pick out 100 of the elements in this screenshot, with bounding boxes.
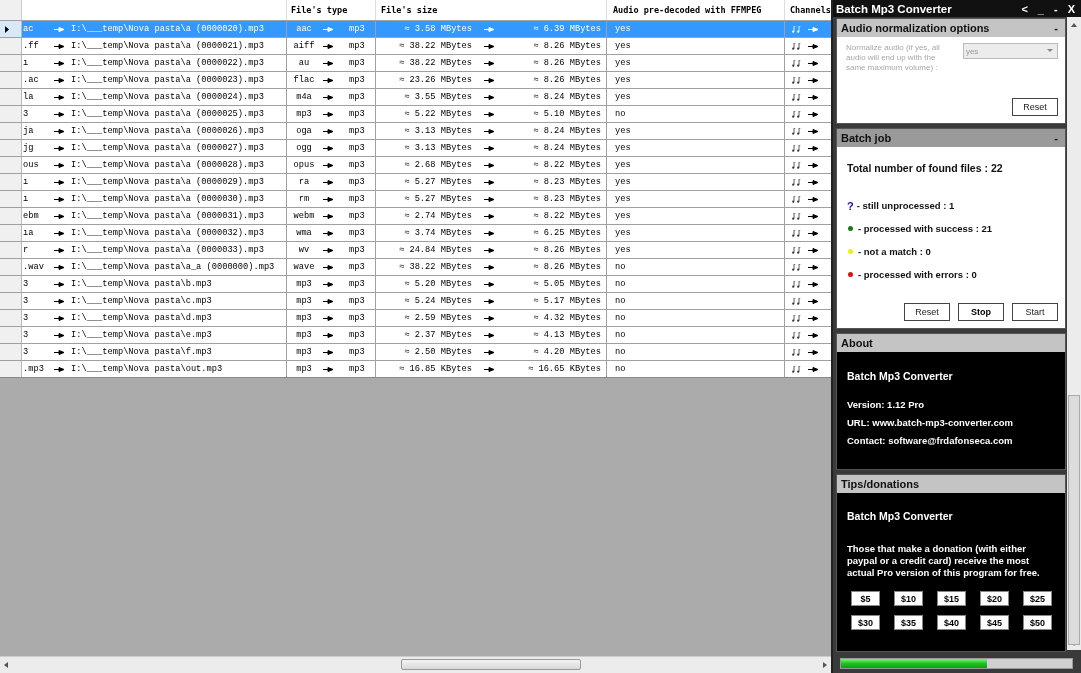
table-cell-text: ≈ 4.20 MBytes (532, 347, 601, 357)
table-cell: r (23, 245, 29, 255)
column-header[interactable]: Channels (790, 5, 831, 15)
column-header[interactable]: File's type (291, 5, 348, 15)
arrow-icon (808, 213, 819, 219)
table-row[interactable]: .mp3 I:\___temp\Nova pasta\out.mp3 mp3 mp3 ≈ 16.85 KBytes ≈ 16.65 KBytes no (0, 360, 831, 377)
table-cell: ac (23, 24, 34, 34)
arrow-icon (54, 332, 65, 338)
donation-button[interactable]: $10 (894, 591, 923, 606)
table-cell: I:\___temp\Nova pasta\e.mp3 (71, 330, 212, 340)
table-cell-text: mp3 (295, 109, 313, 119)
table-row[interactable]: ebm I:\___temp\Nova pasta\a (0000031).mp3 webm mp3 ≈ 2.74 MBytes ≈ 8.22 MBytes yes (0, 207, 831, 224)
donation-button[interactable]: $50 (1023, 615, 1052, 630)
donation-text: Those that make a donation (with either paypal or a credit card) receive the most actual Pro version of this program for free. (847, 543, 1041, 579)
table-cell-text: ≈ 5.20 MBytes (403, 279, 472, 289)
table-cell: I:\___temp\Nova pasta\d.mp3 (71, 313, 212, 323)
section-header[interactable]: About (837, 334, 1065, 352)
table-cell: I:\___temp\Nova pasta\a (0000025).mp3 (71, 109, 264, 119)
section-header[interactable]: Tips/donations (837, 475, 1065, 493)
arrow-icon (808, 230, 819, 236)
table-row[interactable]: ı I:\___temp\Nova pasta\a (0000022).mp3 au mp3 ≈ 38.22 MBytes ≈ 8.26 MBytes yes (0, 54, 831, 71)
collapse-toggle[interactable]: - (1054, 132, 1058, 144)
table-cell: yes (615, 194, 631, 204)
table-cell: I:\___temp\Nova pasta\a (0000022).mp3 (71, 58, 264, 68)
table-cell: yes (615, 177, 631, 187)
donation-button[interactable]: $5 (851, 591, 880, 606)
music-note-icon (792, 229, 801, 237)
donation-button[interactable]: $30 (851, 615, 880, 630)
table-row[interactable]: ı I:\___temp\Nova pasta\a (0000030).mp3 rm mp3 ≈ 5.27 MBytes ≈ 8.23 MBytes yes (0, 190, 831, 207)
batch-button[interactable]: Start (1012, 303, 1058, 321)
table-cell-text: mp3 (295, 313, 313, 323)
table-cell: mp3 (349, 75, 365, 85)
table-cell: I:\___temp\Nova pasta\f.mp3 (71, 347, 212, 357)
table-row[interactable]: 3 I:\___temp\Nova pasta\b.mp3 mp3 mp3 ≈ 5.20 MBytes ≈ 5.05 MBytes no (0, 275, 831, 292)
batch-button[interactable]: Stop (958, 303, 1004, 321)
section-header[interactable]: Batch job - (837, 129, 1065, 147)
table-cell-text: mp3 (295, 279, 313, 289)
table-cell: 3 (23, 330, 29, 340)
arrow-icon (484, 77, 495, 83)
table-row[interactable]: .wav I:\___temp\Nova pasta\a_a (0000000).mp3 wave mp3 ≈ 38.22 MBytes ≈ 8.26 MBytes no (0, 258, 831, 275)
music-note-icon (792, 178, 801, 186)
table-row[interactable]: 3 I:\___temp\Nova pasta\a (0000025).mp3 mp3 mp3 ≈ 5.22 MBytes ≈ 5.10 MBytes no (0, 105, 831, 122)
arrow-icon (54, 349, 65, 355)
table-row[interactable]: 3 I:\___temp\Nova pasta\c.mp3 mp3 mp3 ≈ 5.24 MBytes ≈ 5.17 MBytes no (0, 292, 831, 309)
section-title: Batch job (841, 132, 892, 144)
table-cell-text: aac (295, 24, 313, 34)
batch-button[interactable]: Reset (904, 303, 950, 321)
column-header[interactable]: Audio pre-decoded with FFMPEG (613, 5, 762, 15)
scroll-left-icon[interactable] (4, 662, 8, 668)
table-cell: yes (615, 41, 631, 51)
donation-button[interactable]: $15 (937, 591, 966, 606)
column-header[interactable]: File's size (381, 5, 438, 15)
table-row[interactable]: 3 I:\___temp\Nova pasta\d.mp3 mp3 mp3 ≈ 2.59 MBytes ≈ 4.32 MBytes no (0, 309, 831, 326)
section-header[interactable]: Audio normalization options - (837, 19, 1065, 37)
table-row[interactable]: ı I:\___temp\Nova pasta\a (0000029).mp3 ra mp3 ≈ 5.27 MBytes ≈ 8.23 MBytes yes (0, 173, 831, 190)
table-row[interactable]: 3 I:\___temp\Nova pasta\f.mp3 mp3 mp3 ≈ 2.50 MBytes ≈ 4.20 MBytes no (0, 343, 831, 360)
scrollbar-thumb[interactable] (1068, 395, 1080, 645)
row-header[interactable] (0, 21, 22, 37)
table-cell: I:\___temp\Nova pasta\a (0000020).mp3 (71, 24, 264, 34)
donation-button[interactable]: $45 (980, 615, 1009, 630)
table-row[interactable]: la I:\___temp\Nova pasta\a (0000024).mp3 m4a mp3 ≈ 3.55 MBytes ≈ 8.24 MBytes yes (0, 88, 831, 105)
table-row[interactable]: ous I:\___temp\Nova pasta\a (0000028).mp3 opus mp3 ≈ 2.68 MBytes ≈ 8.22 MBytes yes (0, 156, 831, 173)
arrow-icon (54, 145, 65, 151)
table-row[interactable]: jg I:\___temp\Nova pasta\a (0000027).mp3 ogg mp3 ≈ 3.13 MBytes ≈ 8.24 MBytes yes (0, 139, 831, 156)
arrow-icon (484, 366, 495, 372)
donation-button[interactable]: $35 (894, 615, 923, 630)
window-control[interactable]: < (1018, 2, 1031, 15)
table-row[interactable]: r I:\___temp\Nova pasta\a (0000033).mp3 wv mp3 ≈ 24.84 MBytes ≈ 8.26 MBytes yes (0, 241, 831, 258)
corner-header (0, 0, 22, 20)
table-cell: mp3 (349, 143, 365, 153)
collapse-toggle[interactable]: - (1054, 22, 1058, 34)
scroll-right-icon[interactable] (823, 662, 827, 668)
table-cell: mp3 (349, 228, 365, 238)
table-row[interactable]: .ff I:\___temp\Nova pasta\a (0000021).mp3 aiff mp3 ≈ 38.22 MBytes ≈ 8.26 MBytes yes (0, 37, 831, 54)
arrow-icon (323, 26, 334, 32)
scroll-up-icon[interactable] (1071, 23, 1077, 27)
table-row[interactable]: .ac I:\___temp\Nova pasta\a (0000023).mp3 flac mp3 ≈ 23.26 MBytes ≈ 8.26 MBytes yes (0, 71, 831, 88)
table-row[interactable]: 3 I:\___temp\Nova pasta\e.mp3 mp3 mp3 ≈ 2.37 MBytes ≈ 4.13 MBytes no (0, 326, 831, 343)
table-cell: yes (615, 92, 631, 102)
table-cell-text: ≈ 8.26 MBytes (532, 245, 601, 255)
window-control[interactable]: X (1064, 2, 1078, 15)
horizontal-scrollbar[interactable] (0, 656, 831, 673)
legend-text: - processed with errors : 0 (858, 269, 977, 280)
vertical-scrollbar[interactable] (1067, 17, 1081, 650)
window-control[interactable]: _ (1034, 2, 1047, 15)
table-cell: .wav (23, 262, 44, 272)
donation-button[interactable]: $20 (980, 591, 1009, 606)
arrow-icon (323, 179, 334, 185)
table-cell: I:\___temp\Nova pasta\a (0000028).mp3 (71, 160, 264, 170)
scrollbar-thumb[interactable] (401, 659, 581, 670)
table-cell-text: ≈ 4.13 MBytes (532, 330, 601, 340)
donation-button[interactable]: $40 (937, 615, 966, 630)
table-row[interactable]: ıa I:\___temp\Nova pasta\a (0000032).mp3 wma mp3 ≈ 3.74 MBytes ≈ 6.25 MBytes yes (0, 224, 831, 241)
window-control[interactable]: - (1051, 2, 1061, 15)
arrow-icon (484, 60, 495, 66)
table-cell: I:\___temp\Nova pasta\a_a (0000000).mp3 (71, 262, 275, 272)
table-cell-text: ≈ 6.25 MBytes (532, 228, 601, 238)
donation-button[interactable]: $25 (1023, 591, 1052, 606)
reset-button[interactable]: Reset (1012, 98, 1058, 116)
table-row[interactable]: ja I:\___temp\Nova pasta\a (0000026).mp3 oga mp3 ≈ 3.13 MBytes ≈ 8.24 MBytes yes (0, 122, 831, 139)
